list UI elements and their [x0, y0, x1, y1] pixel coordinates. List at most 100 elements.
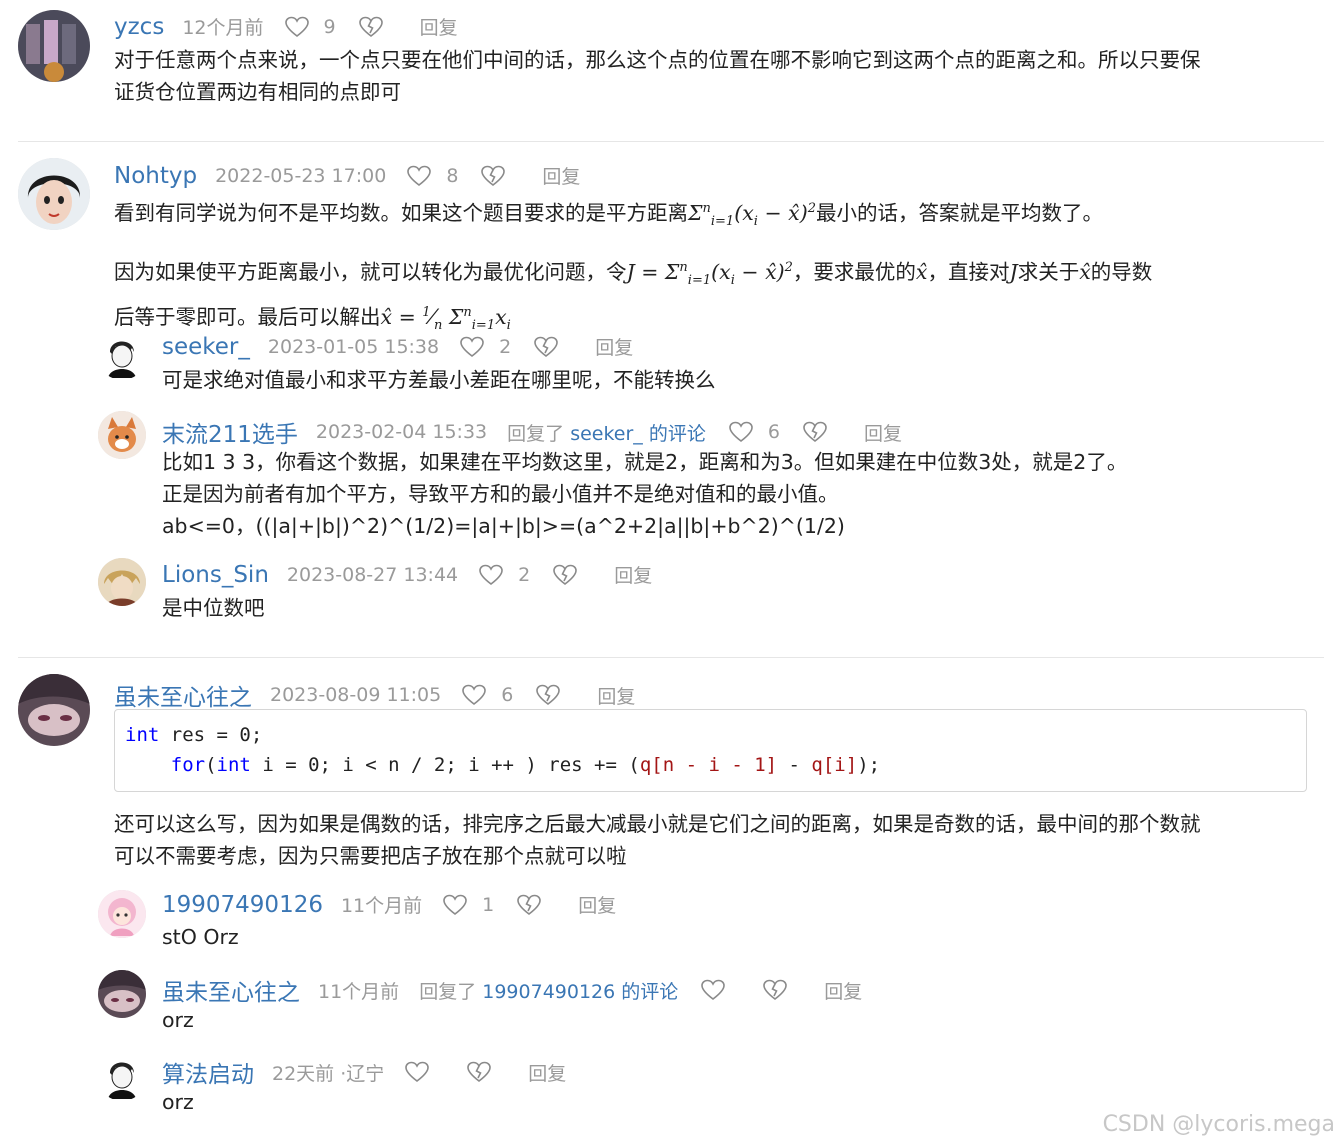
author-name[interactable]: 19907490126 [162, 892, 323, 918]
text-line: 对于任意两个点来说，一个点只要在他们中间的话，那么这个点的位置在哪不影响它到这两… [114, 48, 1201, 72]
like-icon[interactable] [406, 164, 432, 188]
like-icon[interactable] [404, 1060, 430, 1084]
math-formula: J [1009, 259, 1018, 284]
author-name[interactable]: 虽未至心往之 [162, 973, 300, 1007]
avatar[interactable] [98, 970, 146, 1018]
avatar[interactable] [18, 10, 90, 82]
text-span: 后等于零即可。最后可以解出 [114, 304, 381, 329]
reply-button[interactable]: 回复 [614, 561, 652, 588]
like-icon[interactable] [459, 335, 485, 359]
timestamp: 2023-01-05 15:38 [267, 335, 440, 358]
avatar[interactable] [18, 158, 90, 230]
text-line: 还可以这么写，因为如果是偶数的话，排完序之后最大减最小就是它们之间的距离，如果是… [114, 812, 1201, 836]
math-formula: x̂ = 1⁄n Σni=1xi [380, 304, 511, 333]
text-span: 的导数 [1090, 259, 1153, 284]
like-icon[interactable] [461, 683, 487, 707]
dislike-icon[interactable] [802, 420, 828, 444]
dislike-icon[interactable] [535, 683, 561, 707]
text-span: ，直接对 [927, 259, 1010, 284]
author-name[interactable]: Lions_Sin [162, 562, 269, 588]
reply-to-link[interactable]: seeker_ 的评论 [570, 423, 706, 445]
author-name[interactable]: seeker_ [162, 334, 250, 360]
timestamp: 11个月前 [318, 980, 400, 1003]
timestamp: 12个月前 [182, 17, 264, 39]
like-icon[interactable] [478, 563, 504, 587]
dislike-icon[interactable] [480, 164, 506, 188]
reply-meta: 19907490126 11个月前 1 回复 [162, 891, 616, 918]
reply-button[interactable]: 回复 [824, 977, 862, 1004]
like-count: 2 [518, 563, 531, 586]
text-span: 最小的话，答案就是平均数了。 [816, 200, 1103, 225]
comment-meta: 虽未至心往之 2023-08-09 11:05 6 回复 [114, 678, 635, 712]
author-name[interactable]: Nohtyp [114, 163, 197, 189]
text-line: 可以不需要考虑，因为只需要把店子放在那个点就可以啦 [114, 844, 627, 868]
comment-text: 还可以这么写，因为如果是偶数的话，排完序之后最大减最小就是它们之间的距离，如果是… [114, 808, 1201, 872]
like-count: 8 [446, 164, 459, 187]
reply-button[interactable]: 回复 [542, 162, 580, 189]
text-line: 可是求绝对值最小和求平方差最小差距在哪里呢，不能转换么 [162, 368, 716, 392]
text-line: orz [162, 1090, 194, 1114]
text-line: 是中位数吧 [162, 596, 265, 620]
comment-meta: yzcs 12个月前 9 回复 [114, 13, 458, 40]
dislike-icon[interactable] [533, 335, 559, 359]
text-span: 因为如果使平方距离最小，就可以转化为最优化问题，令 [114, 259, 627, 284]
author-name[interactable]: yzcs [114, 14, 164, 40]
reply-meta: Lions_Sin 2023-08-27 13:44 2 回复 [162, 561, 652, 588]
reply-text: 可是求绝对值最小和求平方差最小差距在哪里呢，不能转换么 [162, 364, 716, 396]
like-icon[interactable] [284, 15, 310, 39]
dislike-icon[interactable] [762, 978, 788, 1002]
dislike-icon[interactable] [466, 1060, 492, 1084]
author-name[interactable]: 算法启动 [162, 1055, 254, 1089]
reply-button[interactable]: 回复 [528, 1059, 566, 1086]
reply-to: 回复了 seeker_ 的评论 [507, 419, 706, 446]
text-span: 看到有同学说为何不是平均数。如果这个题目要求的是平方距离 [114, 200, 688, 225]
reply-button[interactable]: 回复 [420, 13, 458, 40]
like-icon[interactable] [700, 978, 726, 1002]
watermark: CSDN @lycoris.mega [1102, 1112, 1335, 1137]
timestamp: 2023-08-27 13:44 [286, 563, 459, 586]
dislike-icon[interactable] [358, 15, 384, 39]
code-line: for(int i = 0; i < n / 2; i ++ ) res += … [170, 754, 881, 776]
author-name[interactable]: 虽未至心往之 [114, 678, 252, 712]
avatar[interactable] [98, 558, 146, 606]
like-icon[interactable] [442, 893, 468, 917]
avatar[interactable] [98, 1053, 146, 1101]
math-formula: Σni=1(xi − x̂)2 [688, 200, 816, 229]
reply-button[interactable]: 回复 [597, 682, 635, 709]
timestamp: 2023-02-04 15:33 [315, 421, 488, 443]
author-name[interactable]: 末流211选手 [162, 415, 298, 449]
reply-text: stO Orz [162, 921, 239, 953]
math-formula: J = Σni=1(xi − x̂)2 [626, 259, 793, 288]
reply-to-prefix: 回复了 [507, 422, 565, 445]
reply-button[interactable]: 回复 [578, 891, 616, 918]
reply-text: orz [162, 1086, 194, 1118]
text-line: 证货仓位置两边有相同的点即可 [114, 80, 401, 104]
paragraph: 因为如果使平方距离最小，就可以转化为最优化问题，令J = Σni=1(xi − … [114, 252, 1152, 297]
reply-meta: 虽未至心往之 11个月前 回复了 19907490126 的评论 回复 [162, 973, 862, 1007]
reply-button[interactable]: 回复 [864, 419, 902, 446]
dislike-icon[interactable] [516, 893, 542, 917]
like-icon[interactable] [728, 420, 754, 444]
math-formula: x̂ [1079, 259, 1091, 284]
like-count: 1 [482, 893, 495, 916]
text-line: ab<=0，((|a|+|b|)^2)^(1/2)=|a|+|b|>=(a^2+… [162, 514, 845, 538]
like-count: 6 [501, 684, 514, 706]
reply-button[interactable]: 回复 [595, 333, 633, 360]
comment-text: 看到有同学说为何不是平均数。如果这个题目要求的是平方距离Σni=1(xi − x… [114, 193, 1152, 342]
timestamp: 2023-08-09 11:05 [270, 684, 442, 706]
divider [18, 657, 1324, 658]
like-count: 6 [767, 421, 780, 443]
reply-to-link[interactable]: 19907490126 的评论 [482, 981, 678, 1003]
dislike-icon[interactable] [552, 563, 578, 587]
avatar[interactable] [98, 890, 146, 938]
avatar[interactable] [98, 411, 146, 459]
reply-meta: seeker_ 2023-01-05 15:38 2 回复 [162, 333, 633, 360]
timestamp: 2022-05-23 17:00 [215, 164, 387, 187]
timestamp: 22天前 ·辽宁 [272, 1062, 385, 1085]
avatar[interactable] [18, 674, 90, 746]
avatar[interactable] [98, 332, 146, 380]
divider [18, 141, 1324, 142]
code-block[interactable]: int res = 0; for(int i = 0; i < n / 2; i… [114, 709, 1307, 792]
comment-text: 对于任意两个点来说，一个点只要在他们中间的话，那么这个点的位置在哪不影响它到这两… [114, 44, 1201, 108]
like-count: 9 [323, 15, 336, 38]
